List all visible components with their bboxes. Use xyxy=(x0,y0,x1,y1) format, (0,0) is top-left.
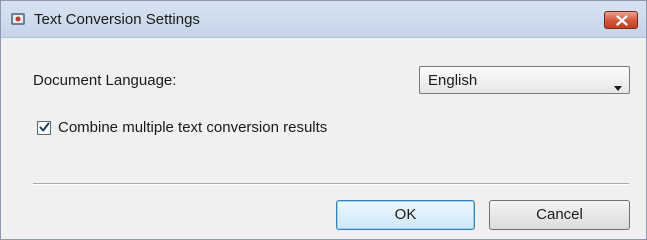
window-title: Text Conversion Settings xyxy=(34,11,200,28)
separator xyxy=(33,183,629,185)
close-icon xyxy=(616,15,628,26)
close-button[interactable] xyxy=(604,11,638,29)
chevron-down-icon xyxy=(614,78,622,96)
cancel-button[interactable]: Cancel xyxy=(489,200,630,230)
dialog-content: Document Language: English Combine multi… xyxy=(1,38,646,239)
combine-results-label[interactable]: Combine multiple text conversion results xyxy=(58,119,327,136)
document-language-select[interactable]: English xyxy=(419,66,630,94)
document-language-label: Document Language: xyxy=(33,72,177,89)
text-conversion-settings-dialog: Text Conversion Settings Document Langua… xyxy=(0,0,647,240)
combine-results-checkbox[interactable] xyxy=(37,121,51,135)
checkmark-icon xyxy=(39,122,50,132)
ok-button[interactable]: OK xyxy=(336,200,475,230)
document-language-value: English xyxy=(428,72,478,89)
title-bar[interactable]: Text Conversion Settings xyxy=(1,1,646,38)
app-icon xyxy=(10,11,26,27)
